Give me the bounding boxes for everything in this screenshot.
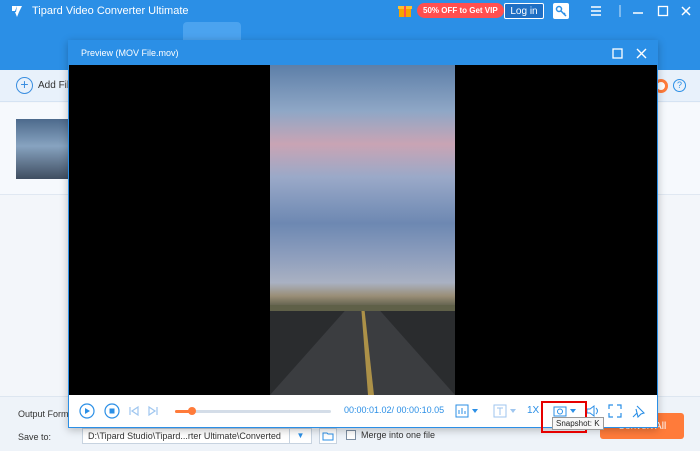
help-icon[interactable]: ? [673, 79, 686, 92]
snapshot-tooltip: Snapshot: K [552, 417, 604, 430]
fullscreen-icon[interactable] [608, 403, 622, 419]
menu-icon[interactable] [588, 3, 604, 19]
stop-icon[interactable] [104, 403, 120, 419]
gift-icon [398, 6, 412, 17]
preview-title: Preview (MOV File.mov) [81, 48, 179, 58]
chevron-down-icon[interactable]: ▼ [289, 429, 311, 443]
separator-icon [612, 3, 628, 19]
save-to-label: Save to: [18, 432, 52, 442]
title-bar: Tipard Video Converter Ultimate 50% OFF … [0, 0, 700, 22]
app-title: Tipard Video Converter Ultimate [32, 5, 189, 17]
current-time: 00:00:01.02 [344, 405, 392, 415]
audio-track-icon[interactable] [455, 403, 481, 419]
minimize-icon[interactable] [630, 3, 646, 19]
key-icon[interactable] [553, 3, 569, 19]
close-icon[interactable] [678, 3, 694, 19]
preview-dialog: Preview (MOV File.mov) 00:00:01.02/ 00:0… [68, 40, 658, 428]
save-path-field[interactable]: D:\Tipard Studio\Tipard...rter Ultimate\… [82, 428, 312, 444]
road-scene [270, 305, 455, 395]
total-time: / 00:00:10.05 [391, 405, 445, 415]
next-icon[interactable] [147, 403, 159, 419]
video-player[interactable] [69, 65, 657, 395]
output-format-label: Output Forma [18, 409, 74, 419]
promo-badge[interactable]: 50% OFF to Get VIP [417, 2, 504, 18]
merge-option[interactable]: Merge into one file [346, 430, 435, 440]
previous-icon[interactable] [128, 403, 140, 419]
progress-handle[interactable] [188, 407, 197, 415]
preview-header: Preview (MOV File.mov) [69, 41, 657, 65]
speed-button[interactable]: 1X [527, 405, 539, 416]
merge-checkbox[interactable] [346, 430, 356, 440]
preview-maximize-icon[interactable] [609, 45, 625, 61]
pin-icon[interactable] [632, 403, 646, 419]
video-thumbnail[interactable] [16, 119, 68, 179]
progress-bar[interactable] [175, 407, 331, 415]
login-button[interactable]: Log in [504, 3, 544, 19]
vip-promo[interactable]: 50% OFF to Get VIP [397, 2, 504, 18]
play-icon[interactable] [79, 403, 95, 419]
add-files-button[interactable]: + Add File [16, 77, 75, 94]
video-frame [270, 65, 455, 395]
app-logo-icon [12, 6, 22, 17]
save-path-value: D:\Tipard Studio\Tipard...rter Ultimate\… [88, 431, 281, 441]
merge-label: Merge into one file [361, 430, 436, 440]
preview-close-icon[interactable] [633, 45, 649, 61]
subtitle-icon[interactable] [493, 403, 519, 419]
plus-icon: + [16, 77, 33, 94]
timecode: 00:00:01.02/ 00:00:10.05 [344, 405, 444, 415]
maximize-icon[interactable] [655, 3, 671, 19]
open-folder-button[interactable] [319, 428, 337, 444]
folder-icon [322, 432, 334, 441]
